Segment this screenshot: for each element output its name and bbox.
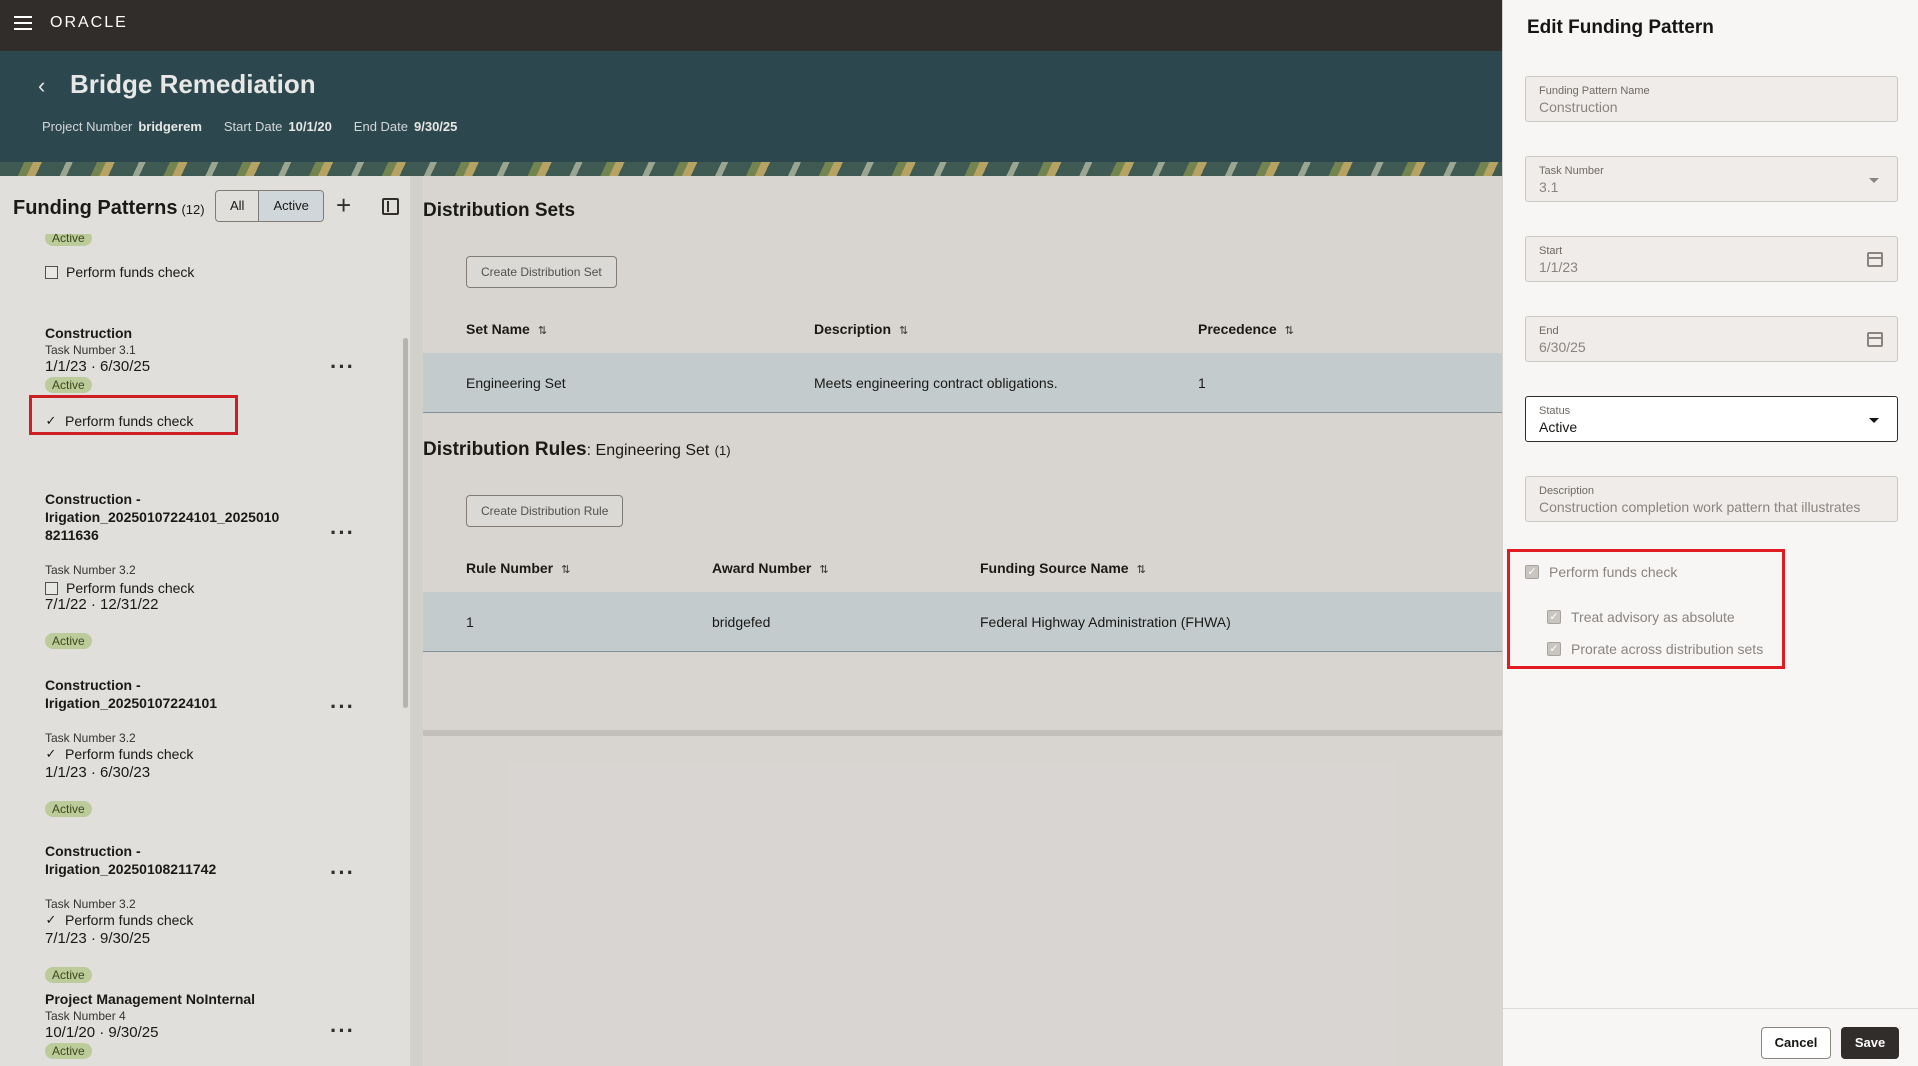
more-actions-icon[interactable]: ··· xyxy=(330,354,355,380)
status-badge: Active xyxy=(45,633,92,649)
main-content: Distribution Sets Create Distribution Se… xyxy=(410,176,1502,1066)
highlight-box xyxy=(1507,549,1785,669)
back-icon[interactable]: ‹ xyxy=(38,73,45,99)
pattern-name: Construction - Irigation_20250108211742 xyxy=(45,843,217,877)
task-number: Task Number 4 xyxy=(45,1009,126,1023)
create-distribution-rule-button[interactable]: Create Distribution Rule xyxy=(466,495,624,527)
calendar-icon[interactable] xyxy=(1867,252,1883,267)
status-badge: Active xyxy=(45,1043,92,1059)
table-row[interactable]: 1 bridgefed Federal Highway Administrati… xyxy=(423,592,1502,652)
status-badge: Active xyxy=(45,801,92,817)
funding-patterns-header: Funding Patterns (12) All Active + xyxy=(0,176,410,234)
menu-icon[interactable] xyxy=(14,16,32,30)
pattern-dates: 1/1/23 · 6/30/23 xyxy=(45,764,151,781)
scrollbar[interactable] xyxy=(403,338,408,708)
status-badge: Active xyxy=(45,377,92,393)
pattern-dates: 7/1/23 · 9/30/25 xyxy=(45,930,151,947)
more-actions-icon[interactable]: ··· xyxy=(330,860,355,886)
checkmark-icon: ✓ xyxy=(45,746,57,761)
project-end: End Date 9/30/25 xyxy=(353,119,458,134)
sort-icon: ⇅ xyxy=(819,564,829,576)
more-actions-icon[interactable]: ··· xyxy=(330,520,355,546)
funding-source-cell: Federal Highway Administration (FHWA) xyxy=(980,614,1231,630)
sort-icon: ⇅ xyxy=(899,325,909,337)
pattern-dates: 10/1/20 · 9/30/25 xyxy=(45,1024,159,1041)
drawer-title: Edit Funding Pattern xyxy=(1527,17,1714,38)
table-row[interactable]: Engineering Set Meets engineering contra… xyxy=(423,353,1502,413)
pattern-dates: 1/1/23 · 6/30/25 xyxy=(45,358,151,375)
sort-icon: ⇅ xyxy=(561,564,571,576)
description-field[interactable]: Description Construction completion work… xyxy=(1525,476,1898,522)
filter-active-button[interactable]: Active xyxy=(258,191,323,221)
more-actions-icon[interactable]: ··· xyxy=(330,694,355,720)
project-number: Project Number bridgerem xyxy=(42,119,202,134)
drawer-footer-divider xyxy=(1503,1008,1918,1009)
add-icon[interactable]: + xyxy=(336,192,351,218)
pattern-name: Project Management NoInternal xyxy=(45,991,256,1007)
sort-icon: ⇅ xyxy=(1136,564,1146,576)
funds-check-row: Perform funds check xyxy=(45,580,194,596)
end-date-field[interactable]: End 6/30/25 xyxy=(1525,316,1898,362)
status-select[interactable]: Status Active xyxy=(1525,396,1898,442)
filter-all-button[interactable]: All xyxy=(216,191,258,221)
list-item[interactable]: Construction - Irigation_20250107224101_… xyxy=(45,472,375,650)
precedence-cell: 1 xyxy=(1198,375,1206,391)
oracle-logo[interactable]: ORACLE xyxy=(50,14,128,32)
start-date-field[interactable]: Start 1/1/23 xyxy=(1525,236,1898,282)
column-header[interactable]: Award Number ⇅ xyxy=(712,560,829,576)
task-number: Task Number 3.2 xyxy=(45,731,136,745)
edit-funding-pattern-drawer: Edit Funding Pattern Funding Pattern Nam… xyxy=(1502,0,1918,1066)
list-item[interactable]: Project Management NoInternal Task Numbe… xyxy=(45,990,375,1060)
column-header[interactable]: Precedence ⇅ xyxy=(1198,321,1294,337)
funds-check-row: ✓ Perform funds check xyxy=(45,746,194,762)
description-cell: Meets engineering contract obligations. xyxy=(814,375,1058,391)
status-filter: All Active xyxy=(215,190,324,222)
rule-number-cell: 1 xyxy=(466,614,474,630)
chevron-down-icon xyxy=(1869,178,1879,183)
task-number: Task Number 3.2 xyxy=(45,563,136,577)
pattern-name: Construction xyxy=(45,325,133,341)
checkbox-icon xyxy=(45,265,58,279)
list-item[interactable]: Construction - Irigation_20250108211742 … xyxy=(45,824,375,984)
status-badge: Active xyxy=(45,967,92,983)
project-meta: Project Number bridgerem Start Date 10/1/2… xyxy=(42,119,457,134)
list-item[interactable]: Construction Task Number 3.1 1/1/23 · 6/… xyxy=(45,324,375,394)
task-number: Task Number 3.2 xyxy=(45,897,136,911)
collapse-panel-icon[interactable] xyxy=(382,198,399,215)
task-number: Task Number 3.1 xyxy=(45,343,136,357)
sort-icon: ⇅ xyxy=(1284,325,1294,337)
award-number-cell: bridgefed xyxy=(712,614,771,630)
cancel-button[interactable]: Cancel xyxy=(1761,1027,1831,1059)
calendar-icon[interactable] xyxy=(1867,332,1883,347)
set-name-cell: Engineering Set xyxy=(466,375,566,391)
panel-title: Funding Patterns (12) xyxy=(13,197,205,219)
divider xyxy=(423,730,1502,736)
checkbox-icon xyxy=(45,581,58,595)
pattern-name: Construction - Irigation_20250107224101_… xyxy=(45,491,280,543)
highlight-box xyxy=(29,395,238,435)
funds-check-row: ✓ Perform funds check xyxy=(45,912,194,928)
checkmark-icon: ✓ xyxy=(45,912,57,927)
funding-pattern-name-field[interactable]: Funding Pattern Name Construction xyxy=(1525,76,1898,122)
more-actions-icon[interactable]: ··· xyxy=(330,1018,355,1044)
distribution-sets-title: Distribution Sets xyxy=(423,200,576,221)
pattern-dates: 7/1/22 · 12/31/22 xyxy=(45,596,159,613)
list-item[interactable]: Construction - Irigation_20250107224101 … xyxy=(45,658,375,818)
column-header[interactable]: Funding Source Name ⇅ xyxy=(980,560,1146,576)
pattern-name: Construction - Irigation_20250107224101 xyxy=(45,677,218,711)
chevron-down-icon xyxy=(1869,418,1879,423)
column-header[interactable]: Description ⇅ xyxy=(814,321,908,337)
column-header[interactable]: Rule Number ⇅ xyxy=(466,560,570,576)
page-title: Bridge Remediation xyxy=(70,69,316,99)
sort-icon: ⇅ xyxy=(537,325,548,337)
project-start: Start Date 10/1/20 xyxy=(223,119,332,134)
task-number-select[interactable]: Task Number 3.1 xyxy=(1525,156,1898,202)
funding-patterns-panel: Active Perform funds check Construction … xyxy=(0,176,410,1066)
column-header[interactable]: Set Name ⇅ xyxy=(466,321,547,337)
save-button[interactable]: Save xyxy=(1841,1027,1899,1059)
funds-check-row: Perform funds check xyxy=(45,264,194,280)
create-distribution-set-button[interactable]: Create Distribution Set xyxy=(466,256,617,288)
distribution-rules-title: Distribution Rules: Engineering Set (1) xyxy=(423,439,731,460)
